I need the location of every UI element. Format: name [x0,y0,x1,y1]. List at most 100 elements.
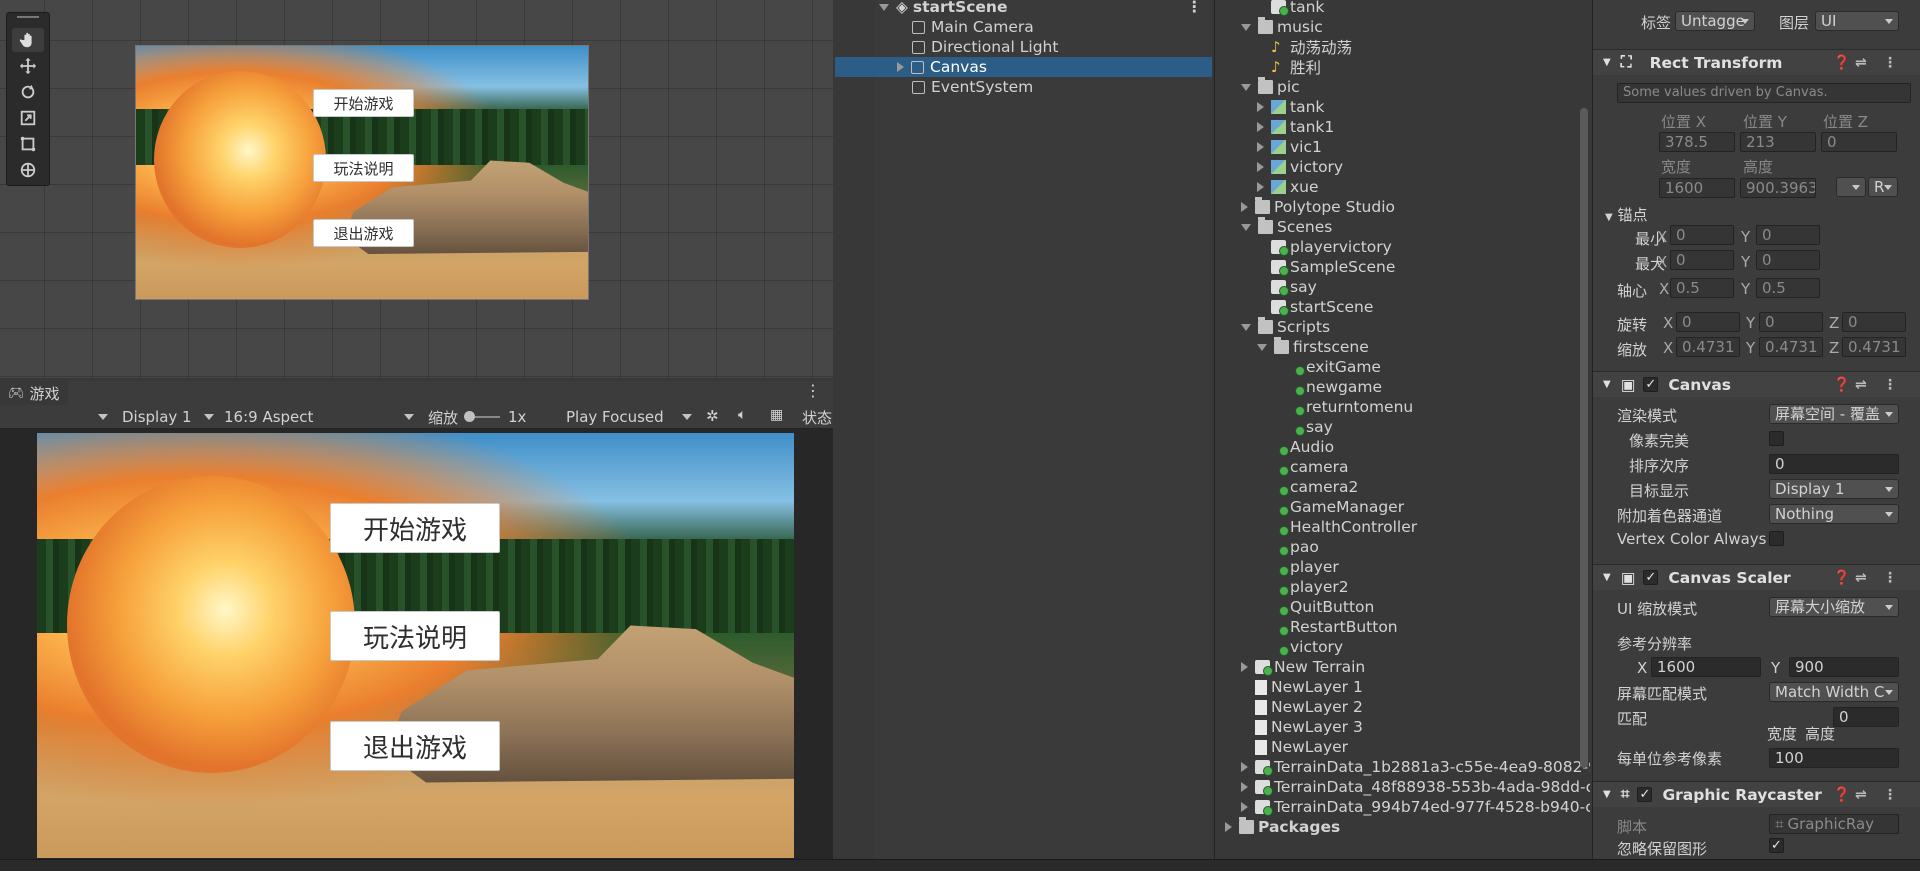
ui-scale-mode-dropdown[interactable]: 屏幕大小缩放 [1769,597,1899,617]
project-item[interactable]: ♪ 动荡动荡 [1257,37,1352,57]
rotation-z-field[interactable]: 0 [1842,312,1906,332]
component-menu-icon[interactable]: ⋮ [1883,55,1897,71]
foldout-arrow-icon[interactable] [1241,223,1251,231]
scale-tool-icon[interactable] [12,106,44,130]
foldout-arrow-icon[interactable] [1241,323,1251,331]
preset-icon[interactable]: ⇌ [1855,55,1867,71]
ignore-reversed-checkbox[interactable]: ✓ [1769,838,1784,853]
pivot-y-field[interactable]: 0.5 [1756,278,1820,298]
project-item[interactable]: player [1257,557,1339,577]
foldout-arrow-icon[interactable] [1241,782,1248,792]
scale-y-field[interactable]: 0.4731 [1759,337,1823,357]
hand-tool-icon[interactable] [12,28,44,52]
graphic-raycaster-header[interactable]: ▼ ⌗ ✓ Graphic Raycaster ❓ ⇌ ⋮ [1593,781,1920,807]
project-item[interactable]: RestartButton [1257,617,1398,637]
project-item[interactable]: NewLayer [1241,737,1348,757]
scene-view[interactable]: 开始游戏 玩法说明 退出游戏 [0,0,833,378]
project-item[interactable]: NewLayer 2 [1241,697,1363,717]
project-item[interactable]: New Terrain [1241,657,1365,677]
foldout-arrow-icon[interactable] [1257,142,1264,152]
scale-x-field[interactable]: 0.4731 [1676,337,1740,357]
pos-z-field[interactable]: 0 [1821,132,1897,152]
project-item[interactable]: say [1257,277,1317,297]
game-exit-button[interactable]: 退出游戏 [330,721,500,771]
game-help-button[interactable]: 玩法说明 [330,611,500,661]
match-mode-dropdown[interactable]: Match Width C [1769,682,1899,702]
blueprint-toggle[interactable] [1836,177,1866,197]
help-icon[interactable]: ❓ [1833,55,1850,71]
help-icon[interactable]: ❓ [1833,787,1850,803]
max-y-field[interactable]: 0 [1756,250,1820,270]
foldout-arrow-icon[interactable] [1241,83,1251,91]
project-item[interactable]: NewLayer 1 [1241,677,1363,697]
project-item[interactable]: playervictory [1257,237,1392,257]
foldout-arrow-icon[interactable] [1257,102,1264,112]
display-dropdown[interactable]: Display 1 [118,405,218,428]
foldout-arrow-icon[interactable] [1241,762,1248,772]
canvas-header[interactable]: ▼ ▣ ✓ Canvas ❓ ⇌ ⋮ [1593,371,1920,397]
project-item[interactable]: returntomenu [1273,397,1413,417]
ref-ppu-field[interactable]: 100 [1769,748,1899,768]
grid-icon[interactable]: ▦ [770,407,783,423]
project-item[interactable]: GameManager [1257,497,1404,517]
pos-y-field[interactable]: 213 [1740,132,1816,152]
project-item[interactable]: NewLayer 3 [1241,717,1363,737]
foldout-arrow-icon[interactable] [1241,662,1248,672]
project-item[interactable]: HealthController [1257,517,1417,537]
raycaster-enabled-checkbox[interactable]: ✓ [1637,787,1653,802]
match-field[interactable]: 0 [1833,707,1899,727]
project-item[interactable]: exitGame [1273,357,1381,377]
hierarchy-item-main-camera[interactable]: Main Camera [835,17,1212,37]
width-field[interactable]: 1600 [1659,178,1735,198]
more-menu-icon[interactable]: ⋮ [805,381,821,400]
hierarchy-item-eventsystem[interactable]: EventSystem [835,77,1212,97]
tag-dropdown[interactable]: Untagge [1675,11,1755,31]
scale-z-field[interactable]: 0.4731 [1842,337,1906,357]
project-item[interactable]: tank1 [1257,117,1334,137]
bug-icon[interactable]: ✲ [706,407,719,425]
game-start-button[interactable]: 开始游戏 [330,503,500,553]
project-item[interactable]: Scenes [1241,217,1332,237]
canvas-scaler-enabled-checkbox[interactable]: ✓ [1643,570,1659,585]
project-item[interactable]: TerrainData_1b2881a3-c55e-4ea9-8082-9 [1241,757,1590,777]
hierarchy-item-canvas[interactable]: Canvas [835,57,1212,77]
project-item[interactable]: music [1241,17,1323,37]
raw-edit-toggle[interactable]: R [1868,177,1898,197]
ref-y-field[interactable]: 900 [1789,657,1899,677]
project-item[interactable]: Audio [1257,437,1334,457]
project-item[interactable]: pic [1241,77,1300,97]
rect-tool-icon[interactable] [12,132,44,156]
height-field[interactable]: 900.3963 [1740,178,1816,198]
script-field[interactable]: ⌗ GraphicRay [1769,814,1899,834]
target-display-dropdown[interactable]: Display 1 [1769,479,1899,499]
project-item[interactable]: SampleScene [1257,257,1395,277]
foldout-arrow-icon[interactable] [1241,202,1248,212]
canvas-enabled-checkbox[interactable]: ✓ [1643,377,1659,392]
sort-order-field[interactable]: 0 [1769,454,1899,474]
scene-start-button[interactable]: 开始游戏 [313,89,414,117]
scene-canvas-preview[interactable]: 开始游戏 玩法说明 退出游戏 [135,45,589,300]
component-menu-icon[interactable]: ⋮ [1883,570,1897,586]
ref-x-field[interactable]: 1600 [1651,657,1761,677]
pivot-x-field[interactable]: 0.5 [1670,278,1734,298]
project-scrollbar[interactable] [1580,108,1588,768]
rotation-x-field[interactable]: 0 [1676,312,1740,332]
project-item[interactable]: tank [1257,97,1324,117]
project-item[interactable]: vic1 [1257,137,1322,157]
preset-icon[interactable]: ⇌ [1855,787,1867,803]
component-menu-icon[interactable]: ⋮ [1883,377,1897,393]
rotation-y-field[interactable]: 0 [1759,312,1823,332]
project-item[interactable]: victory [1257,637,1343,657]
foldout-arrow-icon[interactable] [1257,162,1264,172]
preset-icon[interactable]: ⇌ [1855,377,1867,393]
max-x-field[interactable]: 0 [1670,250,1734,270]
foldout-arrow-icon[interactable] [1241,802,1248,812]
project-item[interactable]: TerrainData_48f88938-553b-4ada-98dd-c [1241,777,1590,797]
project-item[interactable]: ♪ 胜利 [1257,57,1321,77]
scene-help-button[interactable]: 玩法说明 [313,154,414,182]
transform-tool-icon[interactable] [12,158,44,182]
project-item[interactable]: player2 [1257,577,1349,597]
project-item[interactable]: Packages [1225,817,1340,837]
hierarchy-scene-row[interactable]: ◈ startScene ⋮ [835,0,1212,17]
tab-game[interactable]: 🎮︎ 游戏 [0,381,68,405]
